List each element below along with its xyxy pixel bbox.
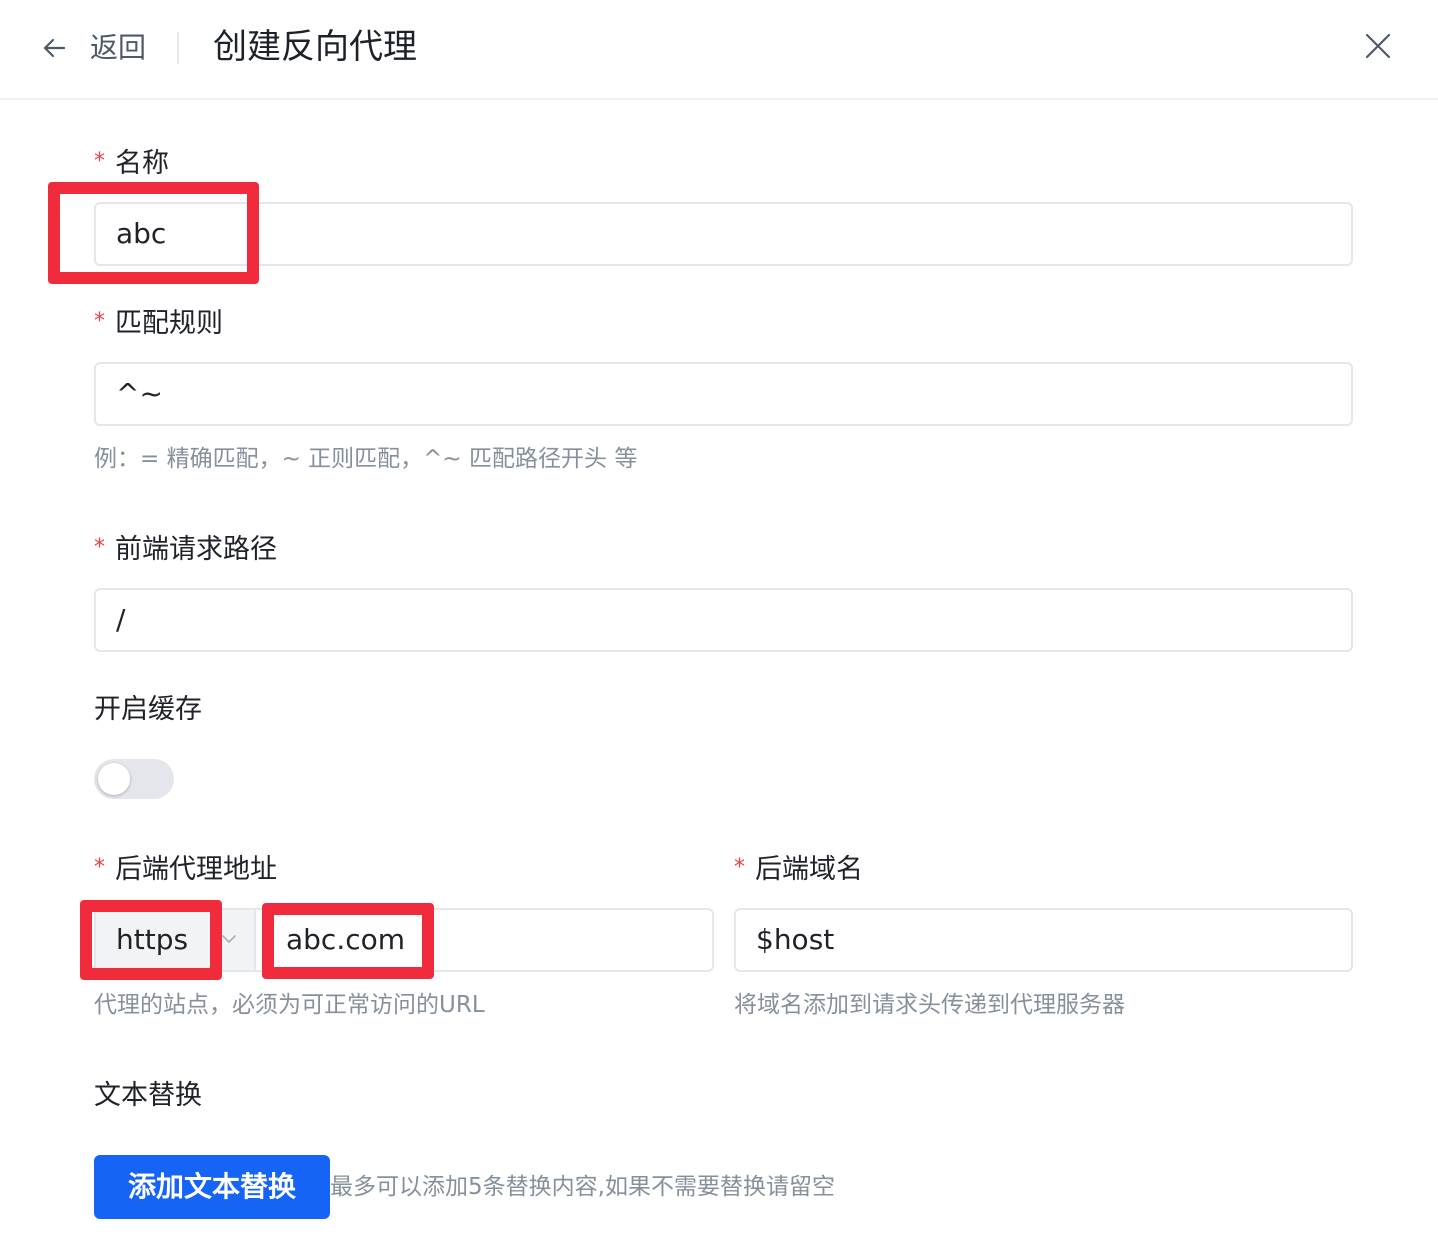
frontend-path-input-value: / <box>116 603 126 636</box>
frontend-path-input[interactable]: / <box>94 588 1353 652</box>
backend-domain-label: * 后端域名 <box>734 854 863 885</box>
add-text-replace-button[interactable]: 添加文本替换 <box>94 1155 330 1219</box>
name-input[interactable]: abc <box>94 202 1353 266</box>
backend-host-input-value: abc.com <box>286 923 406 956</box>
match-rule-label: * 匹配规则 <box>94 308 223 339</box>
required-mark: * <box>94 309 105 334</box>
backend-address-label: * 后端代理地址 <box>94 854 277 885</box>
backend-domain-input-value: $host <box>756 923 835 956</box>
name-label: * 名称 <box>94 148 169 179</box>
arrow-left-icon[interactable] <box>38 32 70 64</box>
text-replace-label: 文本替换 <box>94 1080 202 1111</box>
frontend-path-label: * 前端请求路径 <box>94 534 277 565</box>
page-title: 创建反向代理 <box>213 27 417 67</box>
back-link[interactable]: 返回 <box>90 28 146 68</box>
protocol-select-value: https <box>116 923 189 956</box>
backend-host-input[interactable]: abc.com <box>254 908 714 972</box>
toggle-knob <box>98 763 130 795</box>
backend-address-hint: 代理的站点，必须为可正常访问的URL <box>94 992 485 1018</box>
match-rule-hint: 例：= 精确匹配，~ 正则匹配，^~ 匹配路径开头 等 <box>94 446 638 472</box>
chevron-down-icon[interactable] <box>218 928 240 950</box>
close-icon[interactable] <box>1362 30 1394 62</box>
match-rule-input[interactable]: ^~ <box>94 362 1353 426</box>
match-rule-input-value: ^~ <box>116 377 163 410</box>
name-input-value: abc <box>116 217 167 250</box>
backend-domain-input[interactable]: $host <box>734 908 1353 972</box>
required-mark: * <box>94 535 105 560</box>
required-mark: * <box>94 149 105 174</box>
cache-label: 开启缓存 <box>94 694 202 725</box>
backend-domain-hint: 将域名添加到请求头传递到代理服务器 <box>734 992 1125 1018</box>
required-mark: * <box>94 855 105 880</box>
cache-toggle[interactable] <box>94 759 174 799</box>
required-mark: * <box>734 855 745 880</box>
header-bar: 返回 创建反向代理 <box>0 0 1438 100</box>
header-divider <box>177 32 179 64</box>
text-replace-hint: 最多可以添加5条替换内容,如果不需要替换请留空 <box>330 1174 835 1200</box>
